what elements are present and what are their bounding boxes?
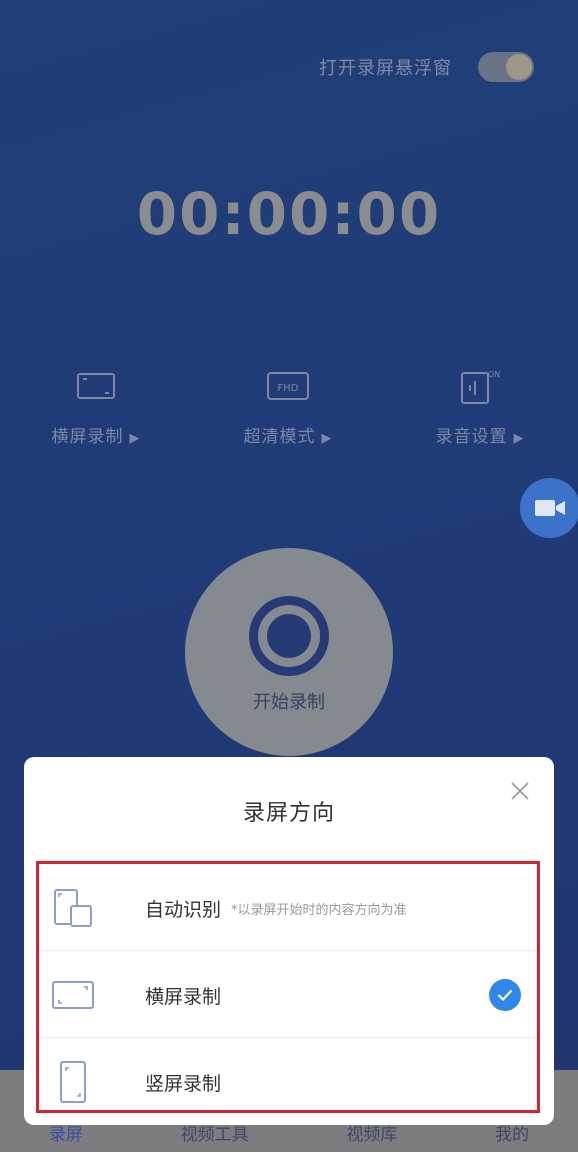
orientation-item-label: 横屏录制 (145, 985, 222, 1008)
orientation-item-landscape[interactable]: 横屏录制 (39, 951, 537, 1039)
svg-text:FHD: FHD (278, 383, 299, 394)
fhd-icon: FHD (266, 364, 310, 408)
orientation-item-hint: *以录屏开始时的内容方向为准 (231, 902, 407, 918)
triangle-right-icon: ▶ (321, 431, 333, 446)
orientation-sheet: 录屏方向 自动识别 *以录屏开始时的内容方向为准 横屏录制 竖屏录制 (24, 757, 554, 1125)
close-icon[interactable] (510, 781, 530, 801)
option-quality[interactable]: FHD 超清模式 ▶ (192, 364, 384, 447)
option-audio-label: 录音设置 (435, 427, 508, 447)
option-quality-label: 超清模式 (243, 427, 316, 447)
auto-rotate-icon (49, 886, 97, 930)
sheet-title: 录屏方向 (242, 801, 335, 826)
start-recording-label: 开始录制 (253, 692, 325, 713)
landscape-icon (74, 364, 118, 408)
floating-window-label: 打开录屏悬浮窗 (319, 58, 452, 79)
recording-options: 横屏录制 ▶ FHD 超清模式 ▶ ON 录音设置 ▶ (0, 364, 578, 447)
option-audio[interactable]: ON 录音设置 ▶ (384, 364, 576, 447)
orientation-item-label: 竖屏录制 (145, 1072, 222, 1095)
mic-on-icon: ON (458, 364, 502, 408)
recording-timer: 00:00:00 (136, 180, 442, 248)
orientation-item-label: 自动识别 (145, 898, 222, 921)
option-orientation[interactable]: 横屏录制 ▶ (0, 364, 192, 447)
video-camera-icon (535, 500, 565, 516)
toggle-knob (506, 54, 532, 80)
svg-text:ON: ON (488, 370, 500, 379)
record-icon (249, 596, 329, 676)
portrait-icon (49, 1060, 97, 1104)
floating-window-toggle-row: 打开录屏悬浮窗 (319, 52, 534, 82)
orientation-item-portrait[interactable]: 竖屏录制 (39, 1038, 537, 1126)
orientation-item-auto[interactable]: 自动识别 *以录屏开始时的内容方向为准 (39, 864, 537, 952)
floating-window-toggle[interactable] (478, 52, 534, 82)
triangle-right-icon: ▶ (129, 431, 141, 446)
option-orientation-label: 横屏录制 (51, 427, 124, 447)
start-recording-button[interactable]: 开始录制 (185, 548, 393, 756)
screen-recorder-app: 打开录屏悬浮窗 00:00:00 横屏录制 ▶ FHD 超清模式 ▶ ON 录音… (0, 0, 578, 1152)
triangle-right-icon: ▶ (513, 431, 525, 446)
floating-camera-button[interactable] (520, 478, 578, 538)
landscape-icon (49, 973, 97, 1017)
checkmark-icon (489, 979, 521, 1011)
